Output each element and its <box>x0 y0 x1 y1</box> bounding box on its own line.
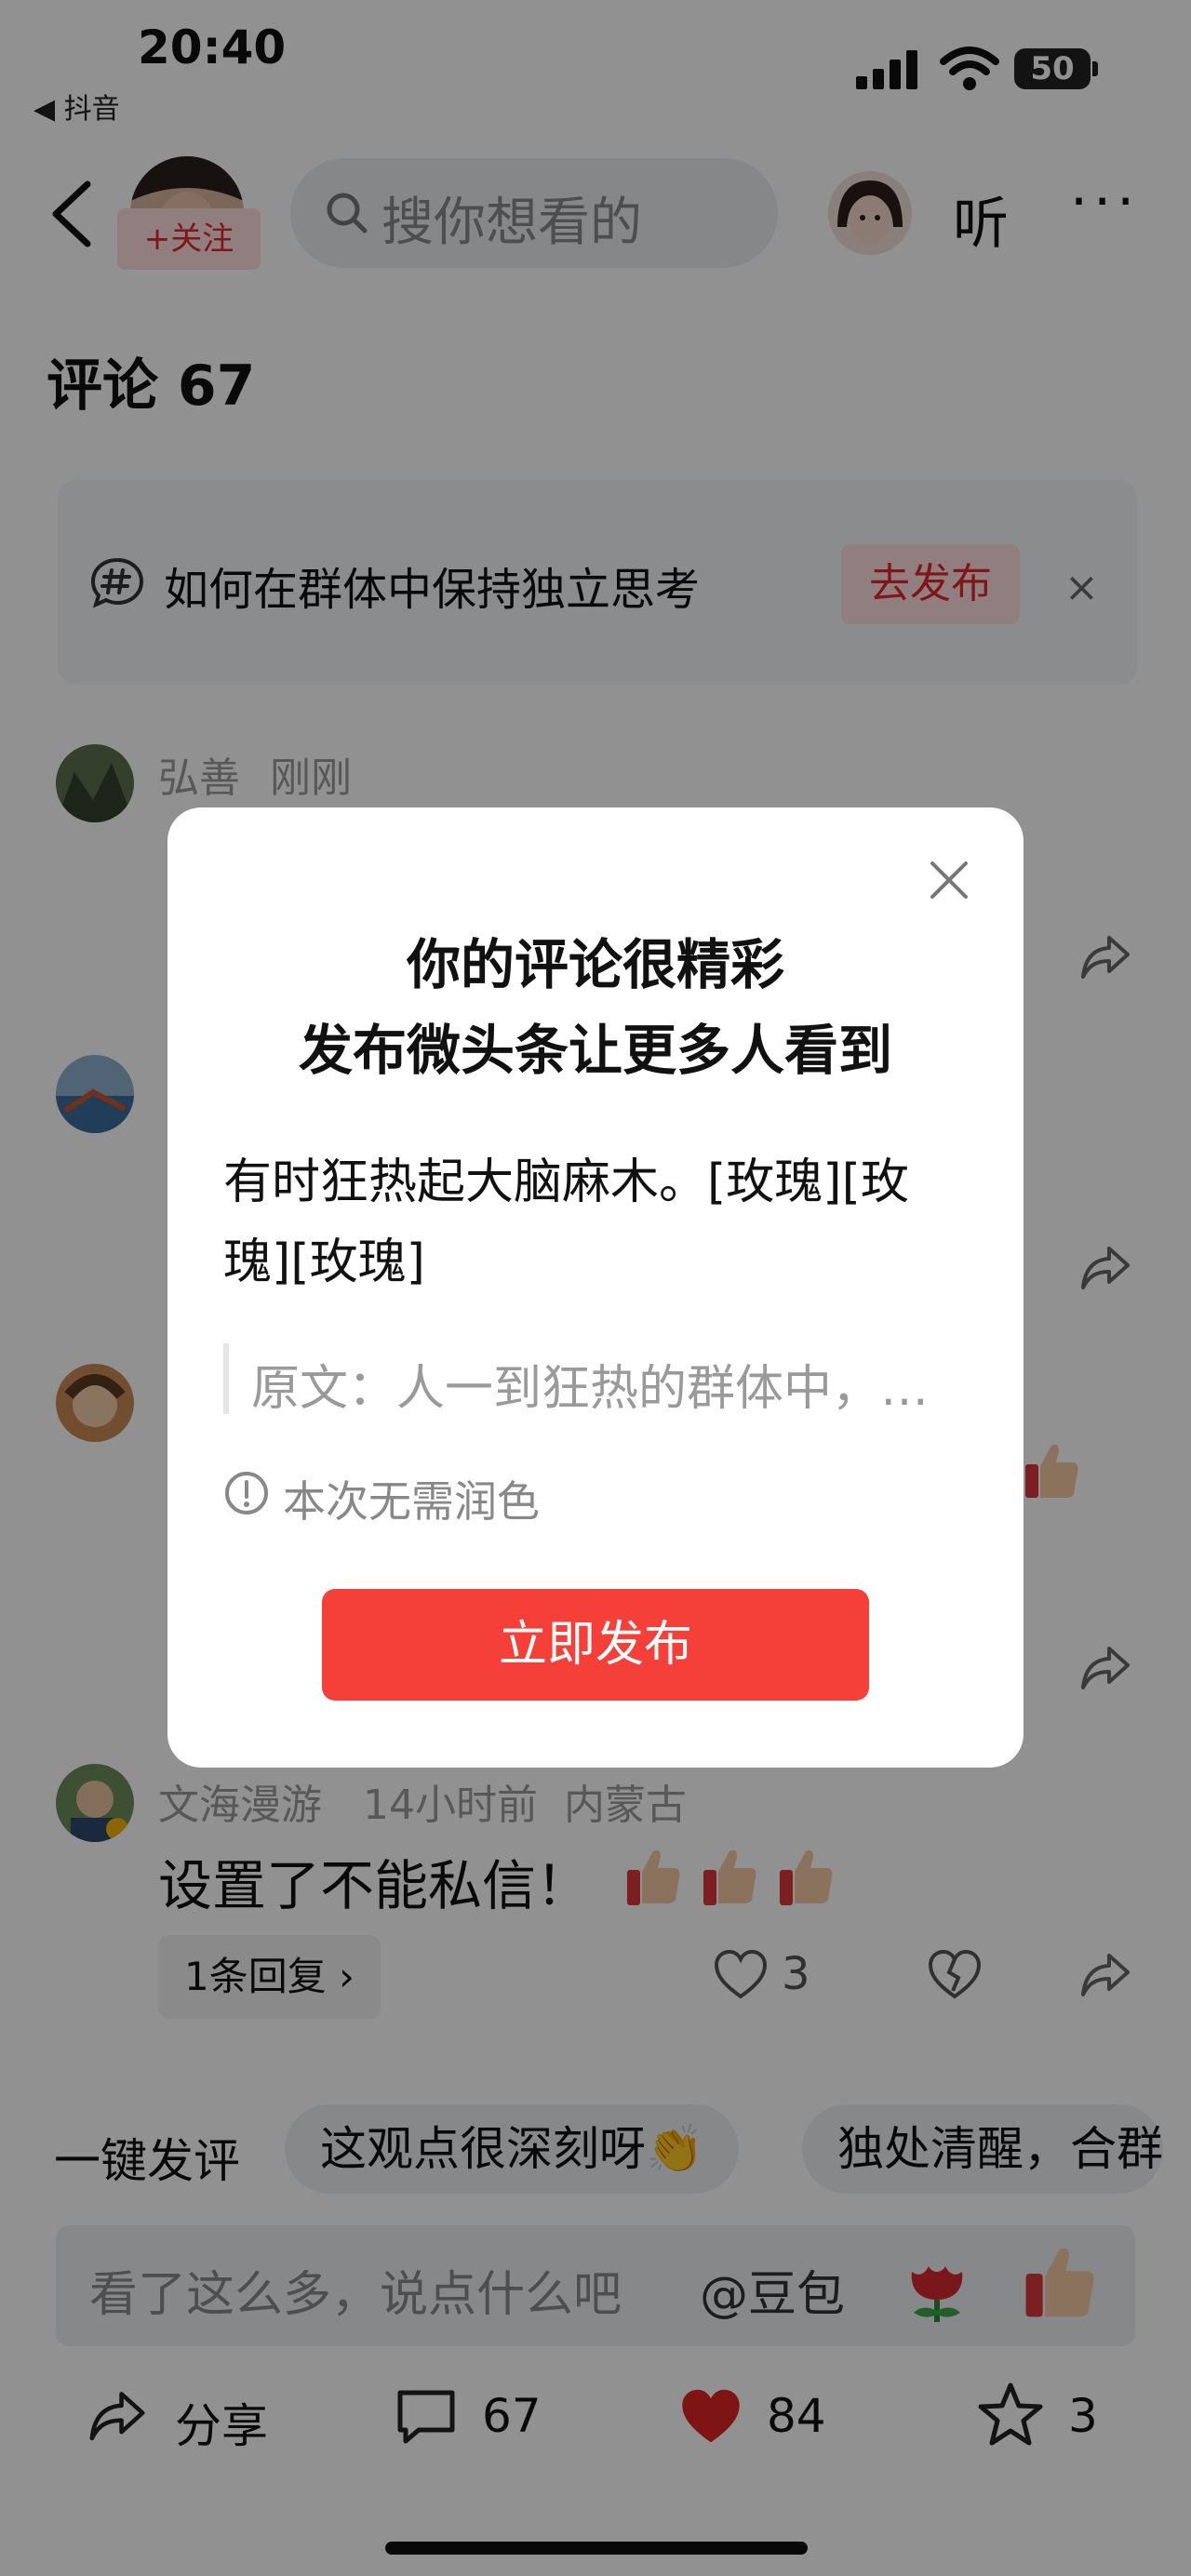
dialog-original-quote: 原文：人一到狂热的群体中，… <box>251 1361 930 1417</box>
dialog-title-line2: 发布微头条让更多人看到 <box>298 1019 892 1082</box>
info-icon <box>225 1472 268 1515</box>
publish-now-button[interactable]: 立即发布 <box>322 1589 869 1701</box>
close-icon[interactable] <box>923 854 975 906</box>
dialog-title-line1: 你的评论很精彩 <box>406 933 784 996</box>
dialog-comment-text: 有时狂热起大脑麻木。[玫瑰][玫瑰][玫瑰] <box>223 1155 909 1290</box>
dialog-hint: 本次无需润色 <box>283 1476 540 1527</box>
quote-bar <box>223 1343 229 1414</box>
